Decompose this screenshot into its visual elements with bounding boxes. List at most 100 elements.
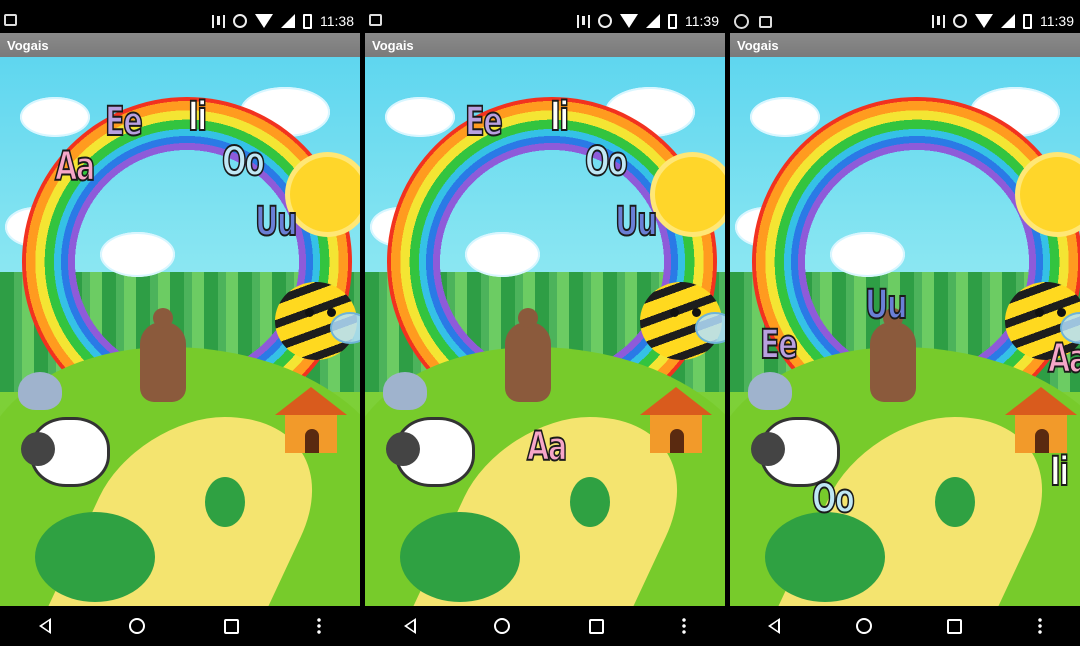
screen-1: 11:38 Vogais Aa Ee Ii Oo Uu (0, 0, 360, 646)
house[interactable] (640, 387, 712, 455)
letter-u[interactable]: Uu (254, 201, 298, 243)
house-roof (275, 387, 347, 415)
alarm-icon (598, 14, 612, 28)
bear[interactable] (140, 308, 186, 402)
status-bar: 11:38 (0, 11, 360, 33)
house-door (1035, 429, 1049, 453)
recent-apps-button[interactable] (223, 618, 239, 634)
home-button[interactable] (129, 618, 146, 634)
back-button[interactable] (767, 618, 780, 634)
picture-notification-icon (4, 14, 17, 26)
recent-apps-button[interactable] (588, 618, 604, 634)
app-title: Vogais (0, 33, 360, 57)
bee-eye (692, 308, 701, 317)
wifi-icon (620, 14, 638, 28)
cloud (750, 97, 820, 137)
home-button[interactable] (855, 618, 872, 634)
menu-button[interactable] (1038, 617, 1043, 635)
game-scene[interactable]: Ee Ii Oo Uu Aa (365, 57, 725, 606)
back-button[interactable] (404, 618, 417, 634)
battery-icon (1023, 13, 1032, 29)
vibrate-icon (932, 14, 945, 28)
house-roof (1005, 387, 1077, 415)
sun (290, 157, 360, 232)
letter-a[interactable]: Aa (54, 146, 96, 188)
home-button[interactable] (494, 618, 511, 634)
wifi-icon (975, 14, 993, 28)
clock: 11:38 (320, 13, 354, 29)
notification-icons (734, 14, 772, 29)
letter-o[interactable]: Oo (221, 141, 265, 183)
menu-button[interactable] (316, 617, 321, 635)
letter-a[interactable]: Aa (526, 426, 568, 468)
sun (655, 157, 725, 232)
letter-e[interactable]: Ee (759, 324, 798, 366)
battery-icon (303, 13, 312, 29)
sheep-face (386, 432, 420, 466)
navigation-bar (730, 606, 1080, 646)
picture-notification-icon (759, 15, 772, 28)
wifi-icon (255, 14, 273, 28)
sheep[interactable] (21, 417, 110, 487)
sheep[interactable] (386, 417, 475, 487)
menu-button[interactable] (681, 617, 686, 635)
alarm-icon (233, 14, 247, 28)
house-door (670, 429, 684, 453)
bee-eye (1035, 308, 1044, 317)
letter-e[interactable]: Ee (464, 101, 503, 143)
bee-eye (670, 308, 679, 317)
status-bar: 11:39 (730, 11, 1080, 33)
navigation-bar (365, 606, 725, 646)
navigation-bar (0, 606, 360, 646)
letter-i[interactable]: Ii (549, 96, 570, 138)
signal-icon (1001, 14, 1015, 28)
game-scene[interactable]: Aa Ee Ii Oo Uu (0, 57, 360, 606)
whatsapp-icon (734, 14, 749, 29)
letter-o[interactable]: Oo (584, 141, 628, 183)
alarm-icon (953, 14, 967, 28)
back-button[interactable] (39, 618, 52, 634)
clock: 11:39 (1040, 13, 1074, 29)
letter-u[interactable]: Uu (864, 284, 908, 326)
letter-e[interactable]: Ee (104, 101, 143, 143)
house[interactable] (275, 387, 347, 455)
letter-o[interactable]: Oo (811, 478, 855, 520)
letter-a[interactable]: Aa (1047, 338, 1080, 380)
app-title: Vogais (730, 33, 1080, 57)
bee-eye (305, 308, 314, 317)
screen-2: 11:39 Vogais Ee Ii Oo Uu Aa (365, 0, 725, 646)
triptych: 11:38 Vogais Aa Ee Ii Oo Uu 11:39 Vogais… (0, 0, 1080, 646)
recent-apps-button[interactable] (947, 618, 963, 634)
bee-eye (327, 308, 336, 317)
bush (35, 512, 155, 602)
house-door (305, 429, 319, 453)
bee-eye (1057, 308, 1066, 317)
battery-icon (668, 13, 677, 29)
elephant[interactable] (748, 372, 792, 410)
app-title: Vogais (365, 33, 725, 57)
signal-icon (281, 14, 295, 28)
letter-i[interactable]: Ii (187, 96, 208, 138)
status-bar: 11:39 (365, 11, 725, 33)
letter-u[interactable]: Uu (614, 201, 658, 243)
elephant[interactable] (18, 372, 62, 410)
cloud (385, 97, 455, 137)
system-icons: 11:38 (212, 13, 354, 29)
cloud (20, 97, 90, 137)
elephant[interactable] (383, 372, 427, 410)
game-scene[interactable]: Uu Ee Aa Ii Oo (730, 57, 1080, 606)
vibrate-icon (577, 14, 590, 28)
system-icons: 11:39 (932, 13, 1074, 29)
house[interactable] (1005, 387, 1077, 455)
sheep-face (21, 432, 55, 466)
notification-icons (369, 14, 382, 26)
bush (400, 512, 520, 602)
bear[interactable] (870, 308, 916, 402)
system-icons: 11:39 (577, 13, 719, 29)
picture-notification-icon (369, 14, 382, 26)
signal-icon (646, 14, 660, 28)
house-roof (640, 387, 712, 415)
bear[interactable] (505, 308, 551, 402)
bush (935, 477, 975, 527)
letter-i[interactable]: Ii (1049, 451, 1070, 493)
